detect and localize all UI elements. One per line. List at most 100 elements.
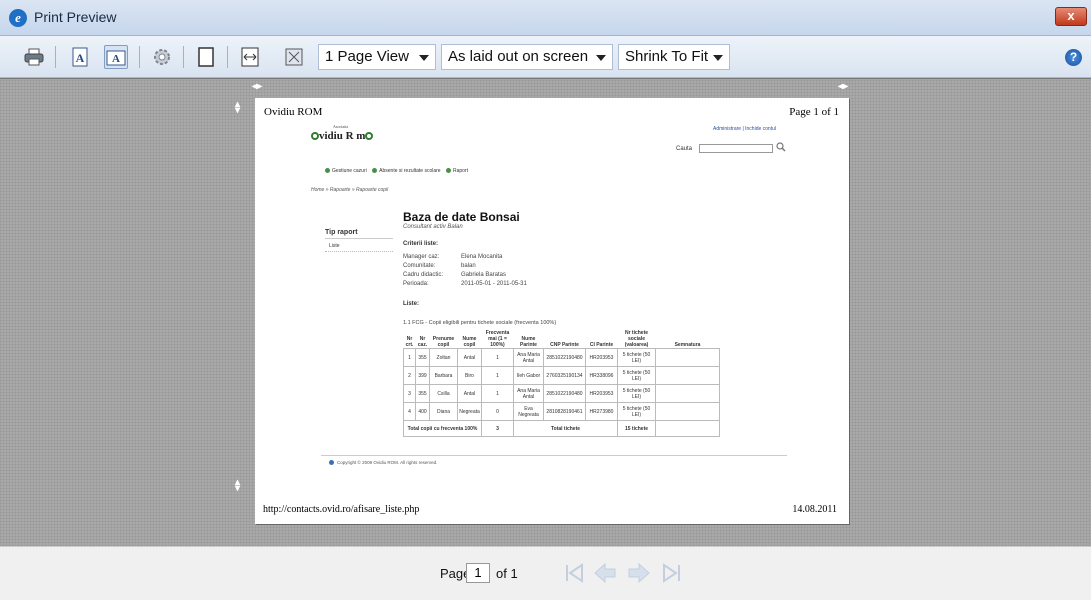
table-cell: 400 — [415, 402, 430, 421]
previous-page-icon[interactable] — [593, 561, 617, 585]
title-bar: e Print Preview x — [0, 0, 1091, 36]
logo-ring-icon — [311, 132, 319, 141]
headers-footers-icon[interactable] — [194, 45, 218, 69]
table-cell: 1 — [481, 384, 514, 403]
total-tichete-label: Total tichete — [513, 420, 618, 437]
right-margin-handle[interactable]: ◂▸ — [838, 81, 848, 92]
layout-select-value: As laid out on screen — [448, 48, 589, 65]
page-header-number: Page 1 of 1 — [789, 106, 839, 118]
top-margin-handle[interactable]: ▴ ▾ — [235, 100, 240, 116]
table-cell: 2851022190480 — [543, 384, 586, 403]
table-cell: Diana — [429, 402, 458, 421]
left-margin-handle[interactable]: ◂▸ — [252, 81, 262, 92]
page-count-label: of 1 — [496, 566, 518, 581]
divider — [321, 455, 787, 456]
table-cell: 0 — [481, 402, 514, 421]
table-cell: 1 — [481, 348, 514, 367]
close-button[interactable]: x — [1055, 7, 1087, 26]
table-cell: 5 tichete (50 LEI) — [617, 348, 656, 367]
list-caption: 1.1 FCG - Copii eligibili pentru tichete… — [403, 320, 557, 326]
copyright-logo-icon — [329, 460, 334, 466]
table-cell: Zoltan — [429, 348, 458, 367]
table-cell: 2851022190480 — [543, 348, 586, 367]
table-header: CI Parinte — [589, 342, 614, 348]
landscape-icon[interactable]: A — [104, 45, 128, 69]
page-setup-icon[interactable] — [150, 45, 174, 69]
table-cell: Ana Maria Antal — [513, 384, 544, 403]
table-cell: 5 tichete (50 LEI) — [617, 384, 656, 403]
full-page-icon[interactable] — [282, 45, 306, 69]
logo-tag: Asociatia — [333, 124, 349, 129]
lists-title: Liste: — [403, 301, 420, 307]
table-total-row: Total copii cu frecventa 100% 3 Total ti… — [403, 420, 720, 437]
next-page-icon[interactable] — [627, 561, 651, 585]
criteria-value: Elena Mocanita — [461, 254, 503, 260]
search-label: Cauta — [676, 146, 693, 152]
table-header-row: Nr crt. Nr caz. Prenume copil Nume copil… — [404, 330, 720, 349]
criteria-label: Manager caz: — [403, 254, 440, 260]
site-logo: vidiu R m Asociatia — [311, 124, 374, 142]
scale-select[interactable]: Shrink To Fit — [618, 44, 730, 70]
full-width-icon[interactable] — [238, 45, 262, 69]
page-footer-date: 14.08.2011 — [792, 504, 837, 515]
table-cell: Antal — [457, 348, 482, 367]
table-cell: 399 — [415, 366, 430, 385]
table-cell: Csilla — [429, 384, 458, 403]
table-header: Frecventa mai (1 = 100%) — [485, 330, 510, 348]
last-page-icon[interactable] — [660, 561, 684, 585]
criteria-row: Cadru didactic: Gabriela Baratas — [403, 272, 506, 278]
breadcrumb: Home » Rapoarte » Rapoarte copii — [311, 187, 389, 193]
nav-bullet-icon — [372, 168, 378, 174]
table-cell: 2760325190134 — [543, 366, 586, 385]
table-header: Nr crt. — [405, 336, 414, 348]
chevron-down-icon — [419, 55, 429, 61]
table-cell: 2 — [403, 366, 416, 385]
table-cell: 5 tichete (50 LEI) — [617, 366, 656, 385]
criteria-value: 2011-05-01 - 2011-05-31 — [461, 281, 527, 287]
toolbar: A A 1 Page View As laid out on screen Sh… — [0, 36, 1091, 78]
table-header: Nr tichete sociale (valoarea) — [624, 330, 649, 348]
nav-bullet-icon — [445, 168, 451, 174]
nav-bullet-icon — [325, 168, 330, 174]
help-icon[interactable]: ? — [1065, 49, 1082, 66]
table-cell: HR273980 — [585, 402, 618, 421]
table-cell — [655, 348, 720, 367]
criteria-row: Perioada: 2011-05-01 - 2011-05-31 — [403, 281, 527, 287]
table-row: 1 355 Zoltan Antal 1 Ana Maria Antal 285… — [403, 348, 720, 367]
table-cell: 355 — [415, 384, 430, 403]
table-header: Nume Parinte — [520, 336, 537, 348]
page-header-title: Ovidiu ROM — [264, 106, 323, 118]
criteria-label: Comunitate: — [403, 263, 436, 269]
table-cell — [655, 366, 720, 385]
print-icon[interactable] — [22, 45, 46, 69]
criteria-title: Criterii liste: — [403, 241, 439, 247]
table-cell: HR203953 — [585, 348, 618, 367]
copyright: Copyright © 2009 Ovidiu ROM. All rights … — [329, 460, 437, 466]
report-sidebar: Tip raport Liste — [325, 229, 393, 252]
sidebar-item: Liste — [325, 239, 393, 252]
search-input — [699, 144, 773, 153]
table-header: Nr caz. — [417, 336, 428, 348]
portrait-icon[interactable]: A — [68, 45, 92, 69]
table-cell: 355 — [415, 348, 430, 367]
table-cell: 1 — [481, 366, 514, 385]
tickets-table: Nr crt. Nr caz. Prenume copil Nume copil… — [403, 330, 720, 437]
page-footer-url: http://contacts.ovid.ro/afisare_liste.ph… — [263, 504, 420, 515]
view-select[interactable]: 1 Page View — [318, 44, 436, 70]
table-cell: HR203953 — [585, 384, 618, 403]
table-cell: Negreata — [457, 402, 482, 421]
table-header: Nume copil — [462, 336, 477, 348]
table-cell: Eva Negreata — [513, 402, 544, 421]
table-cell: Ileh Gabor — [513, 366, 544, 385]
window-title: Print Preview — [34, 9, 117, 25]
site-nav: Gestiune cazuri Absente si rezultate sco… — [321, 168, 468, 174]
table-cell: HR338096 — [585, 366, 618, 385]
table-row: 4 400 Diana Negreata 0 Eva Negreata 2810… — [403, 402, 720, 421]
criteria-row: Comunitate: balan — [403, 263, 476, 269]
first-page-icon[interactable] — [562, 561, 586, 585]
layout-select[interactable]: As laid out on screen — [441, 44, 613, 70]
bottom-margin-handle[interactable]: ▴ ▾ — [235, 478, 240, 494]
table-cell: Barbara — [429, 366, 458, 385]
table-cell: 1 — [403, 348, 416, 367]
page-number-input[interactable]: 1 — [466, 563, 490, 583]
